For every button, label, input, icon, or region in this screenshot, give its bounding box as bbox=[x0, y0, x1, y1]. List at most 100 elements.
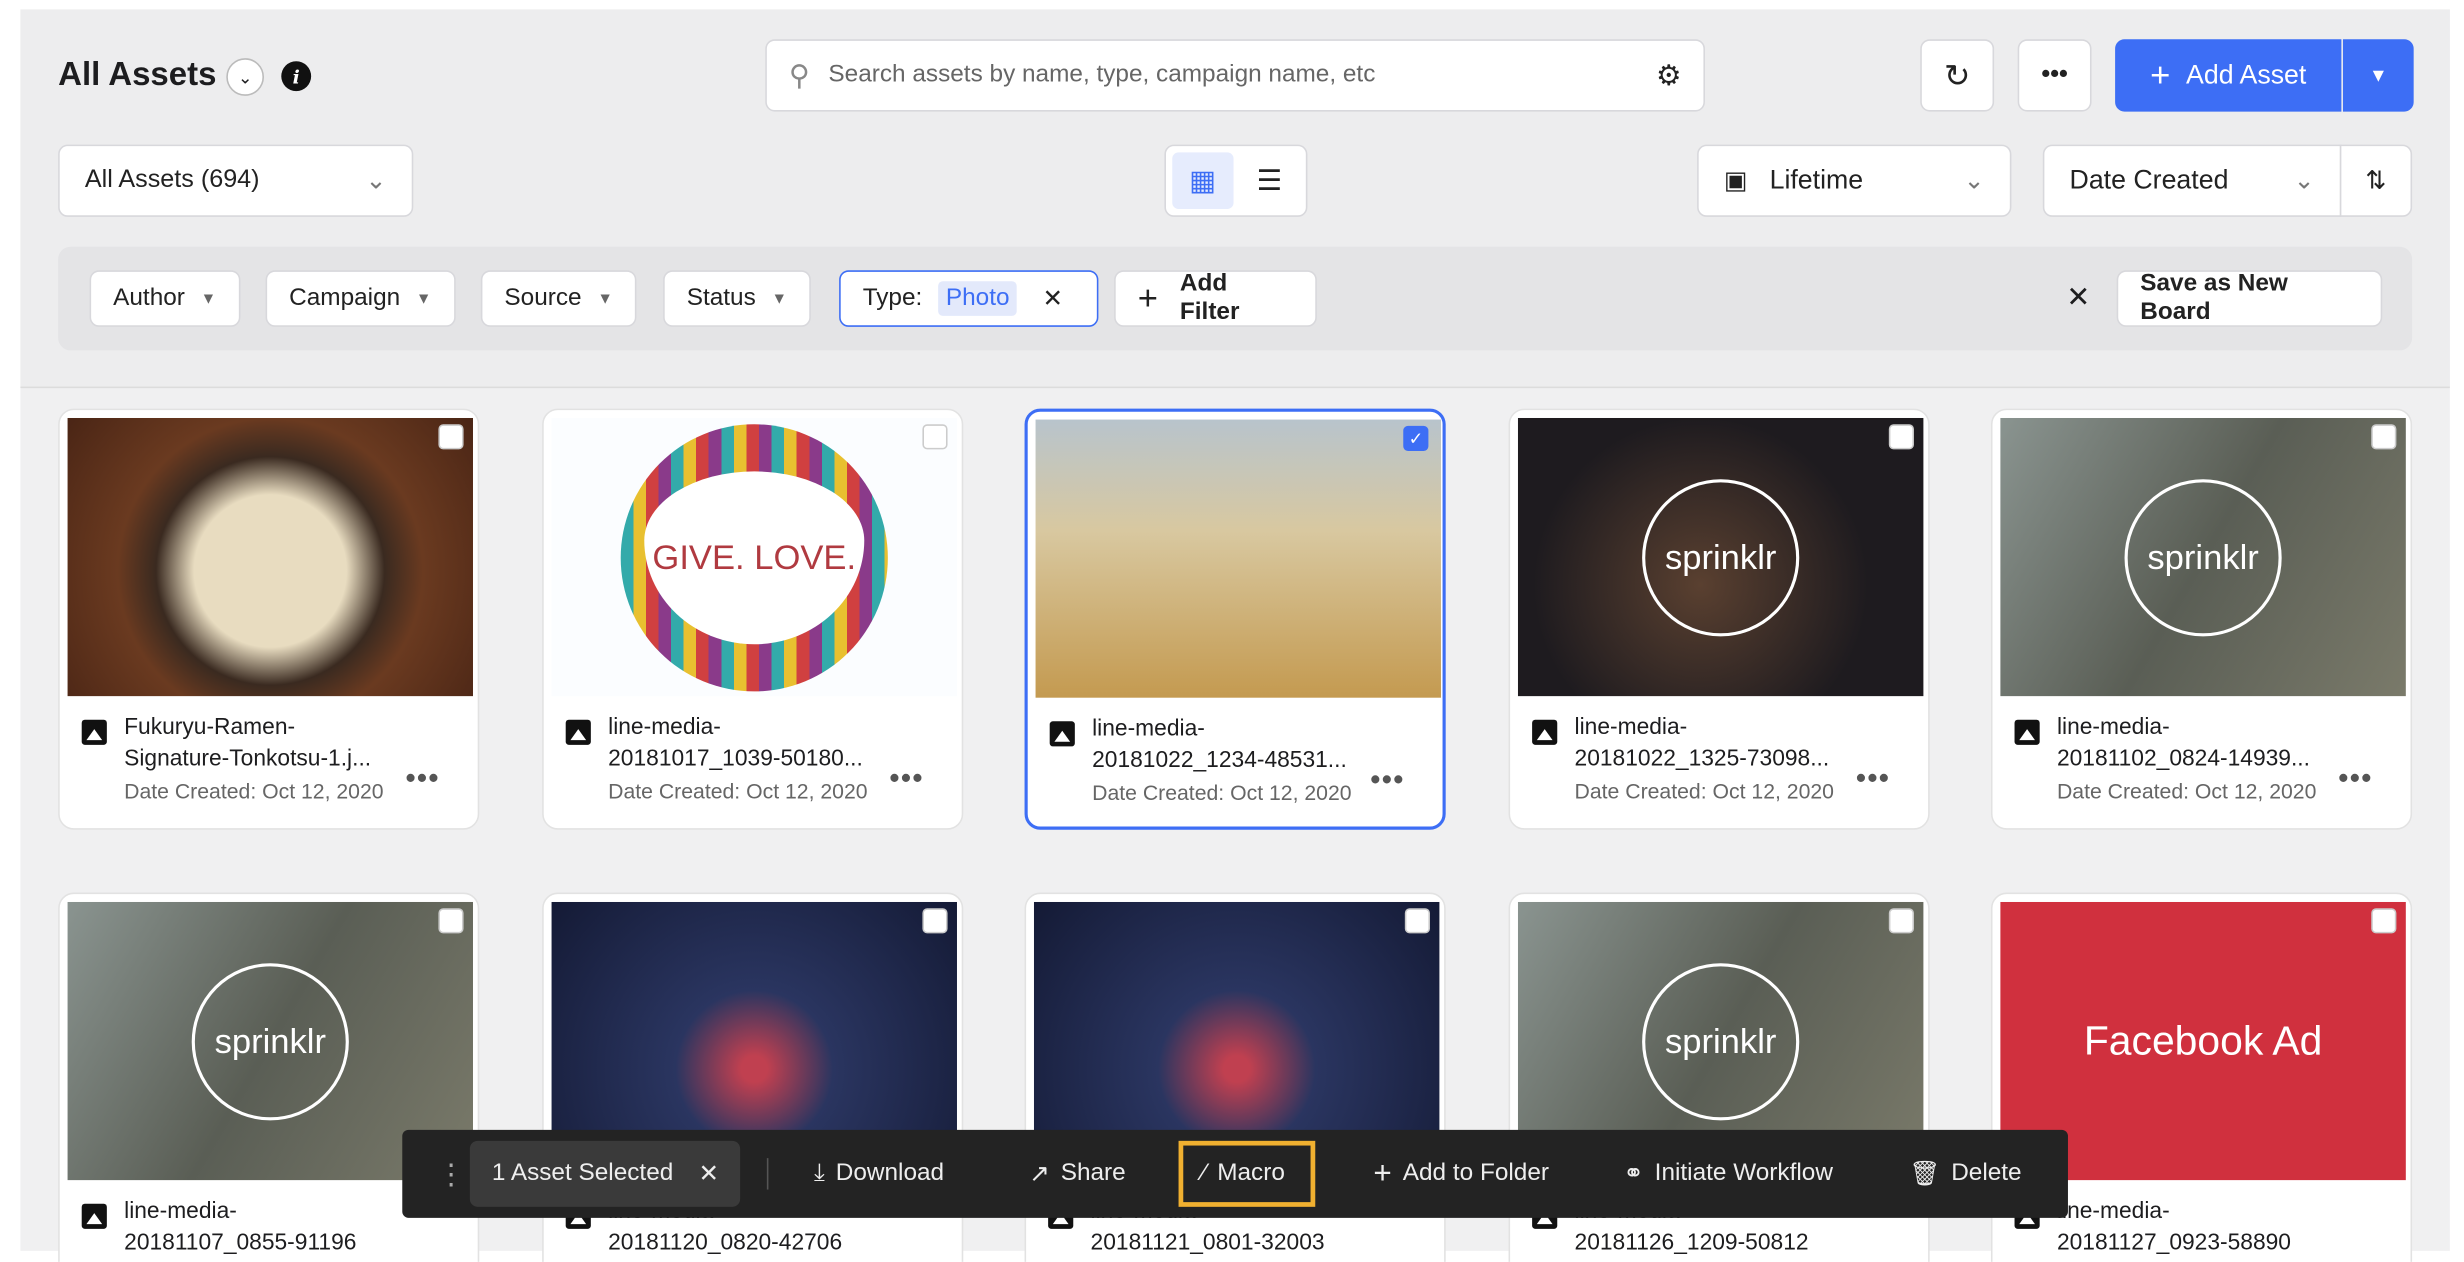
add-asset-button[interactable]: + Add Asset bbox=[2115, 39, 2342, 112]
save-board-label: Save as New Board bbox=[2140, 270, 2288, 326]
magic-wand-icon: ⁄ bbox=[1202, 1159, 1207, 1187]
refresh-button[interactable]: ↻ bbox=[1920, 39, 1995, 112]
asset-thumbnail[interactable]: sprinklr bbox=[1517, 417, 1924, 697]
image-text: Facebook Ad bbox=[2083, 1016, 2323, 1064]
sort-value: Date Created bbox=[2069, 164, 2229, 195]
asset-thumbnail[interactable]: GIVE. LOVE. bbox=[551, 417, 957, 697]
asset-card[interactable]: sprinklr line-media- 20181022_1325-73098… bbox=[1508, 408, 1930, 830]
chevron-down-icon: ⌄ bbox=[1963, 168, 1985, 195]
more-options-icon[interactable]: ••• bbox=[1370, 764, 1404, 797]
list-icon: ☰ bbox=[1256, 164, 1282, 196]
title-dropdown-button[interactable]: ⌄ bbox=[226, 58, 264, 96]
heart-graphic: GIVE. LOVE. bbox=[620, 423, 888, 691]
filter-source[interactable]: Source ▼ bbox=[480, 270, 637, 327]
select-checkbox[interactable] bbox=[2371, 908, 2397, 934]
filter-author[interactable]: Author ▼ bbox=[89, 270, 240, 327]
share-button[interactable]: ↗ Share bbox=[1029, 1130, 1125, 1218]
macro-button[interactable]: ⁄ Macro bbox=[1178, 1140, 1315, 1207]
image-file-icon bbox=[81, 1203, 107, 1229]
asset-card[interactable]: sprinklr line-media- 20181102_0824-14939… bbox=[1990, 408, 2413, 830]
delete-button[interactable]: 🗑 Delete bbox=[1909, 1130, 2021, 1218]
more-options-button[interactable]: ••• bbox=[2017, 39, 2092, 112]
asset-name-line2: 20181022_1325-73098... bbox=[1574, 746, 1830, 772]
asset-name: line-media- bbox=[124, 1198, 237, 1225]
caret-down-icon: ▼ bbox=[2368, 64, 2388, 87]
add-asset-dropdown[interactable]: ▼ bbox=[2342, 39, 2414, 112]
asset-thumbnail[interactable] bbox=[1035, 419, 1441, 698]
view-toggle: ▦ ☰ bbox=[1164, 144, 1308, 217]
info-icon[interactable]: i bbox=[281, 61, 312, 92]
asset-thumbnail[interactable] bbox=[67, 417, 473, 697]
clear-filters-icon[interactable]: ✕ bbox=[2066, 281, 2090, 314]
asset-thumbnail[interactable]: sprinklr bbox=[2000, 417, 2406, 697]
asset-card[interactable]: GIVE. LOVE. line-media- 20181017_1039-50… bbox=[542, 408, 964, 830]
filter-label: Author bbox=[113, 284, 185, 312]
grid-view-button[interactable]: ▦ bbox=[1172, 152, 1233, 209]
image-file-icon bbox=[565, 719, 591, 745]
sprinklr-logo: sprinklr bbox=[191, 962, 349, 1120]
image-file-icon bbox=[1049, 721, 1075, 747]
save-board-button[interactable]: Save as New Board bbox=[2116, 270, 2383, 327]
close-icon[interactable]: ✕ bbox=[1043, 284, 1063, 314]
select-checkbox[interactable] bbox=[922, 908, 948, 934]
select-checkbox[interactable] bbox=[1888, 908, 1914, 934]
image-file-icon bbox=[81, 719, 107, 745]
add-folder-label: Add to Folder bbox=[1402, 1159, 1550, 1187]
filter-campaign[interactable]: Campaign ▼ bbox=[265, 270, 456, 327]
more-options-icon[interactable]: ••• bbox=[1856, 762, 1890, 795]
plus-icon: + bbox=[1137, 278, 1158, 318]
select-checkbox[interactable] bbox=[922, 424, 948, 450]
filter-label: Type: bbox=[862, 284, 923, 312]
sprinklr-logo: sprinklr bbox=[1642, 962, 1800, 1120]
date-range-value: Lifetime bbox=[1769, 164, 1864, 195]
asset-name-line2: 20181102_0824-14939... bbox=[2056, 746, 2310, 772]
asset-scope-select[interactable]: All Assets (694) ⌄ bbox=[58, 144, 414, 217]
workflow-icon: ⚭ bbox=[1623, 1160, 1644, 1188]
filter-type[interactable]: Type: Photo ✕ bbox=[839, 270, 1099, 327]
asset-date: Date Created: Oct 12, 2020 bbox=[124, 779, 384, 803]
initiate-workflow-button[interactable]: ⚭ Initiate Workflow bbox=[1623, 1130, 1833, 1218]
date-range-select[interactable]: ▣ Lifetime ⌄ bbox=[1697, 144, 2012, 217]
search-input[interactable]: ⚲ Search assets by name, type, campaign … bbox=[765, 39, 1705, 112]
gear-icon[interactable]: ⚙ bbox=[1656, 59, 1681, 92]
select-checkbox[interactable] bbox=[1404, 908, 1430, 934]
select-checkbox[interactable]: ✓ bbox=[1403, 425, 1429, 451]
select-checkbox[interactable] bbox=[1888, 424, 1914, 450]
sprinklr-logo: sprinklr bbox=[1642, 478, 1800, 636]
more-options-icon[interactable]: ••• bbox=[406, 762, 440, 795]
download-button[interactable]: ⤓ Download bbox=[814, 1130, 944, 1218]
grid-icon: ▦ bbox=[1189, 164, 1216, 196]
macro-label: Macro bbox=[1217, 1159, 1285, 1187]
select-checkbox[interactable] bbox=[438, 424, 464, 450]
asset-name-line2: Signature-Tonkotsu-1.j... bbox=[124, 746, 372, 772]
select-checkbox[interactable] bbox=[438, 908, 464, 934]
sort-select[interactable]: Date Created ⌄ bbox=[2042, 144, 2342, 217]
chevron-down-icon: ⌄ bbox=[365, 168, 387, 195]
asset-name-line2: 20181107_0855-91196 bbox=[124, 1230, 357, 1256]
clear-selection-icon[interactable]: ✕ bbox=[698, 1159, 718, 1189]
asset-name: line-media- bbox=[1574, 714, 1688, 741]
caret-down-icon: ▼ bbox=[597, 289, 613, 308]
select-checkbox[interactable] bbox=[2371, 424, 2397, 450]
plus-icon: + bbox=[1373, 1155, 1392, 1191]
asset-card[interactable]: Fukuryu-Ramen- Signature-Tonkotsu-1.j...… bbox=[58, 408, 480, 830]
asset-name-line2: 20181127_0923-58890 bbox=[2056, 1230, 2291, 1256]
asset-name: line-media- bbox=[608, 714, 721, 741]
image-text: GIVE. LOVE. bbox=[644, 470, 865, 644]
more-options-icon[interactable]: ••• bbox=[890, 762, 924, 795]
more-options-icon[interactable]: ••• bbox=[2338, 762, 2372, 795]
asset-date: Date Created: Oct 12, 2020 bbox=[2056, 779, 2317, 803]
asset-card[interactable]: ✓ line-media- 20181022_1234-48531... Dat… bbox=[1024, 408, 1446, 830]
list-view-button[interactable]: ☰ bbox=[1239, 152, 1299, 209]
sort-direction-button[interactable]: ⇅ bbox=[2339, 144, 2413, 217]
asset-date: Date Created: Oct 12, 2020 bbox=[1092, 780, 1352, 805]
sort-icon: ⇅ bbox=[2365, 168, 2387, 195]
filter-status[interactable]: Status ▼ bbox=[663, 270, 811, 327]
asset-name-line2: 20181126_1209-50812 bbox=[1574, 1230, 1809, 1256]
filter-label: Status bbox=[686, 284, 756, 312]
add-to-folder-button[interactable]: + Add to Folder bbox=[1373, 1130, 1549, 1218]
download-label: Download bbox=[835, 1159, 945, 1187]
filter-type-value: Photo bbox=[938, 281, 1018, 316]
add-filter-button[interactable]: + Add Filter bbox=[1114, 270, 1317, 327]
search-placeholder: Search assets by name, type, campaign na… bbox=[828, 61, 1376, 88]
